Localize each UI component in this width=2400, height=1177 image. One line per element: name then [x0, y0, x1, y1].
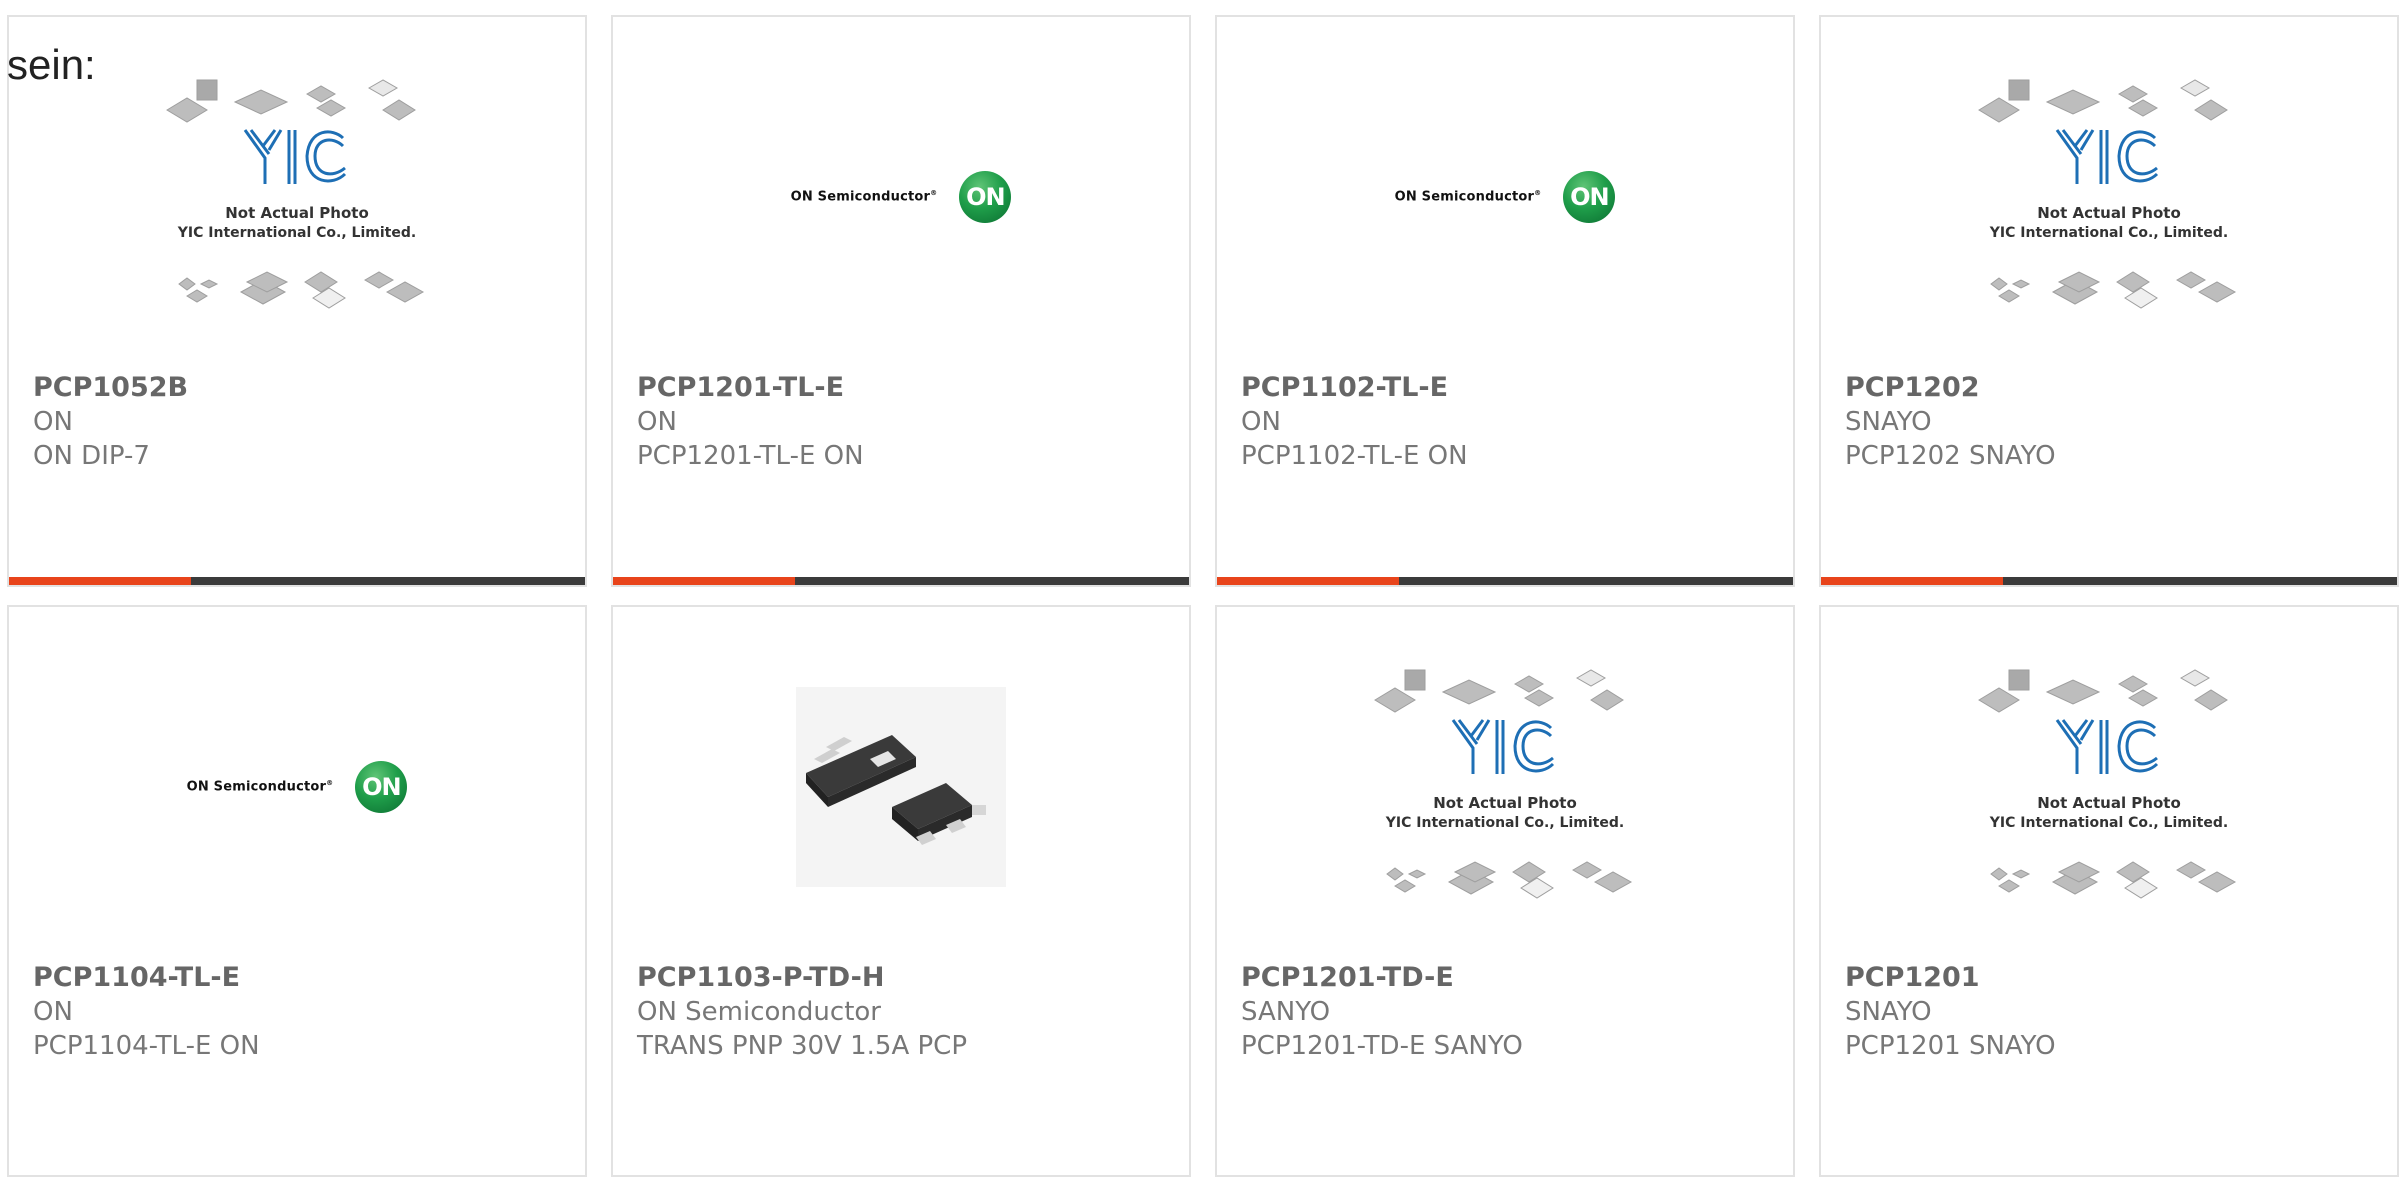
part-number[interactable]: PCP1201 — [1845, 961, 2377, 995]
svg-text:YIC International Co., Limited: YIC International Co., Limited. — [1385, 815, 1624, 831]
product-image[interactable] — [613, 637, 1189, 937]
brand: SNAYO — [1845, 407, 1932, 437]
brand: ON — [33, 407, 73, 437]
product-card[interactable]: ON Semiconductor® ON PCP1104-TL-E ON PCP… — [7, 605, 587, 1177]
svg-text:YIC International Co., Limited: YIC International Co., Limited. — [177, 225, 416, 241]
on-logo-badge: ON — [1563, 171, 1616, 223]
part-number[interactable]: PCP1052B — [33, 371, 565, 405]
svg-text:Not Actual Photo: Not Actual Photo — [2037, 204, 2181, 222]
description: ON DIP-7 — [33, 441, 150, 471]
description: PCP1202 SNAYO — [1845, 441, 2056, 471]
product-card[interactable]: Not Actual Photo YIC International Co., … — [1215, 605, 1795, 1177]
intro-text: sein: — [7, 41, 96, 88]
product-card[interactable]: ON Semiconductor® ON PCP1201-TL-E ON PCP… — [611, 15, 1191, 587]
svg-text:YIC International Co., Limited: YIC International Co., Limited. — [1989, 815, 2228, 831]
card-bottom-bar — [9, 577, 585, 585]
description: PCP1201-TL-E ON — [637, 441, 864, 471]
description: PCP1201-TD-E SANYO — [1241, 1031, 1523, 1061]
brand: SNAYO — [1845, 997, 1932, 1027]
card-bottom-bar — [1821, 577, 2397, 585]
product-card[interactable]: Not Actual Photo YIC International Co., … — [1819, 605, 2399, 1177]
product-card[interactable]: PCP1103-P-TD-H ON Semiconductor TRANS PN… — [611, 605, 1191, 1177]
product-image[interactable]: ON Semiconductor® ON — [1217, 47, 1793, 347]
product-image[interactable]: ON Semiconductor® ON — [613, 47, 1189, 347]
part-number[interactable]: PCP1104-TL-E — [33, 961, 565, 995]
brand: ON — [637, 407, 677, 437]
part-number[interactable]: PCP1201-TD-E — [1241, 961, 1773, 995]
part-number[interactable]: PCP1103-P-TD-H — [637, 961, 1169, 995]
on-logo-text: ON Semiconductor® — [186, 779, 334, 795]
chip-photo-icon — [796, 687, 1006, 887]
on-semiconductor-logo: ON Semiconductor® ON — [1395, 171, 1616, 223]
description: PCP1201 SNAYO — [1845, 1031, 2056, 1061]
card-bottom-bar — [1217, 577, 1793, 585]
description: TRANS PNP 30V 1.5A PCP — [637, 1031, 968, 1061]
svg-text:YIC International Co., Limited: YIC International Co., Limited. — [1989, 225, 2228, 241]
yic-placeholder-icon: Not Actual Photo YIC International Co., … — [1374, 669, 1633, 899]
brand: ON — [33, 997, 73, 1027]
brand: ON — [1241, 407, 1281, 437]
product-card[interactable]: Not Actual Photo YIC International Co., … — [1819, 15, 2399, 587]
description: PCP1102-TL-E ON — [1241, 441, 1468, 471]
brand: SANYO — [1241, 997, 1331, 1027]
on-logo-badge: ON — [959, 171, 1012, 223]
part-number[interactable]: PCP1202 — [1845, 371, 2377, 405]
on-logo-badge: ON — [355, 761, 408, 813]
on-semiconductor-logo: ON Semiconductor® ON — [187, 761, 408, 813]
brand: ON Semiconductor — [637, 997, 881, 1027]
svg-text:Not Actual Photo: Not Actual Photo — [225, 204, 369, 222]
on-logo-text: ON Semiconductor® — [1394, 189, 1542, 205]
product-image[interactable]: Not Actual Photo YIC International Co., … — [1217, 637, 1793, 937]
product-image[interactable]: ON Semiconductor® ON — [9, 637, 585, 937]
svg-text:Not Actual Photo: Not Actual Photo — [1433, 794, 1577, 812]
yic-placeholder-icon: Not Actual Photo YIC International Co., … — [166, 79, 425, 309]
product-image[interactable]: Not Actual Photo YIC International Co., … — [1821, 47, 2397, 347]
on-semiconductor-logo: ON Semiconductor® ON — [791, 171, 1012, 223]
description: PCP1104-TL-E ON — [33, 1031, 260, 1061]
part-number[interactable]: PCP1201-TL-E — [637, 371, 1169, 405]
product-image[interactable]: Not Actual Photo YIC International Co., … — [9, 47, 585, 347]
svg-text:Not Actual Photo: Not Actual Photo — [2037, 794, 2181, 812]
yic-placeholder-icon: Not Actual Photo YIC International Co., … — [1978, 79, 2237, 309]
part-number[interactable]: PCP1102-TL-E — [1241, 371, 1773, 405]
card-bottom-bar — [613, 577, 1189, 585]
product-image[interactable]: Not Actual Photo YIC International Co., … — [1821, 637, 2397, 937]
product-card[interactable]: ON Semiconductor® ON PCP1102-TL-E ON PCP… — [1215, 15, 1795, 587]
product-card[interactable]: Not Actual Photo YIC International Co., … — [7, 15, 587, 587]
on-logo-text: ON Semiconductor® — [790, 189, 938, 205]
yic-placeholder-icon: Not Actual Photo YIC International Co., … — [1978, 669, 2237, 899]
